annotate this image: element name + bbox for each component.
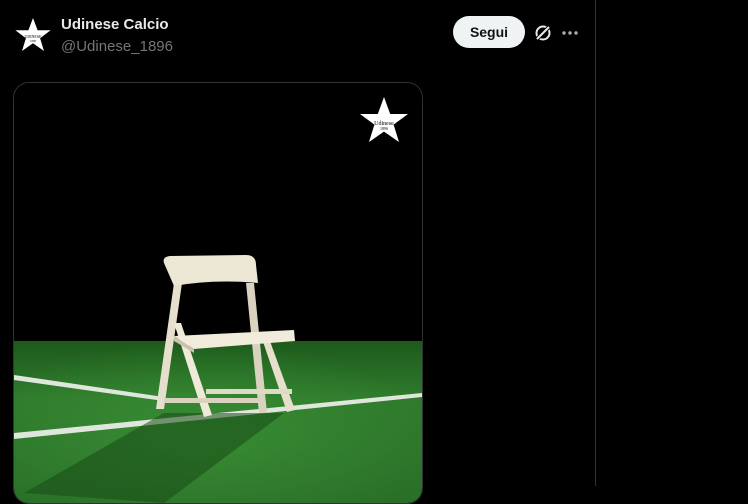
column-divider bbox=[595, 0, 596, 486]
grok-icon bbox=[534, 24, 552, 42]
follow-button[interactable]: Segui bbox=[453, 16, 525, 48]
avatar-logo-year: 1896 bbox=[30, 39, 37, 43]
grok-button[interactable] bbox=[531, 21, 555, 45]
udinese-star-logo-icon: UDINESE 1896 bbox=[15, 18, 51, 51]
author-handle[interactable]: @Udinese_1896 bbox=[61, 38, 173, 55]
tweet-media-image[interactable]: Udinese 1896 bbox=[13, 82, 423, 504]
more-options-button[interactable] bbox=[558, 21, 582, 45]
chair-on-pitch-photo: Udinese 1896 bbox=[14, 83, 422, 503]
author-name[interactable]: Udinese Calcio bbox=[61, 16, 169, 33]
avatar[interactable]: UDINESE 1896 bbox=[14, 17, 52, 55]
more-options-icon bbox=[562, 31, 578, 35]
media-logo-year: 1896 bbox=[380, 126, 388, 131]
